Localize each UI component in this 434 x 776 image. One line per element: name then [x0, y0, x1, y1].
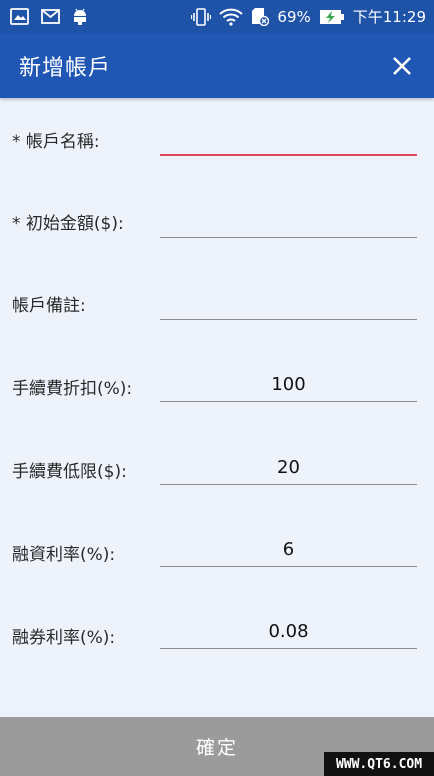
status-bar-right: 69% 下午11:29	[191, 6, 426, 27]
close-icon	[393, 56, 411, 75]
initial-amount-label: * 初始金額($):	[12, 214, 124, 234]
clock: 下午11:29	[352, 8, 426, 26]
status-bar: 69% 下午11:29	[0, 0, 434, 33]
android-icon	[72, 8, 88, 25]
fee-discount-label: 手續費折扣(%):	[12, 379, 133, 399]
account-name-label: * 帳戶名稱:	[12, 132, 100, 152]
vibrate-icon	[191, 7, 212, 26]
wifi-icon	[219, 8, 244, 26]
fee-minimum-input[interactable]	[160, 451, 417, 485]
short-rate-label: 融券利率(%):	[12, 628, 116, 648]
account-note-input[interactable]	[160, 286, 417, 320]
mail-icon	[41, 9, 60, 24]
page-title: 新增帳戶	[19, 55, 112, 81]
account-note-label: 帳戶備註:	[12, 296, 86, 316]
app-bar: 新增帳戶	[0, 33, 434, 98]
fee-minimum-label: 手續費低限($):	[12, 462, 127, 482]
battery-charging-icon	[319, 9, 345, 25]
account-name-row: * 帳戶名稱:	[0, 98, 434, 180]
sd-card-icon	[251, 7, 270, 26]
short-rate-input[interactable]	[160, 615, 417, 649]
fee-discount-input[interactable]	[160, 368, 417, 402]
fee-discount-row: 手續費折扣(%):	[0, 344, 434, 426]
initial-amount-row: * 初始金額($):	[0, 180, 434, 262]
battery-percent: 69%	[277, 7, 311, 26]
margin-rate-row: 融資利率(%):	[0, 508, 434, 590]
fee-minimum-row: 手續費低限($):	[0, 426, 434, 508]
margin-rate-input[interactable]	[160, 533, 417, 567]
initial-amount-input[interactable]	[160, 204, 417, 238]
gallery-icon	[10, 8, 29, 25]
watermark: WWW.QT6.COM	[324, 752, 434, 776]
account-name-input[interactable]	[160, 122, 417, 156]
account-note-row: 帳戶備註:	[0, 262, 434, 344]
short-rate-row: 融券利率(%):	[0, 590, 434, 672]
status-bar-left	[10, 8, 88, 25]
close-button[interactable]	[388, 52, 416, 80]
margin-rate-label: 融資利率(%):	[12, 545, 116, 565]
